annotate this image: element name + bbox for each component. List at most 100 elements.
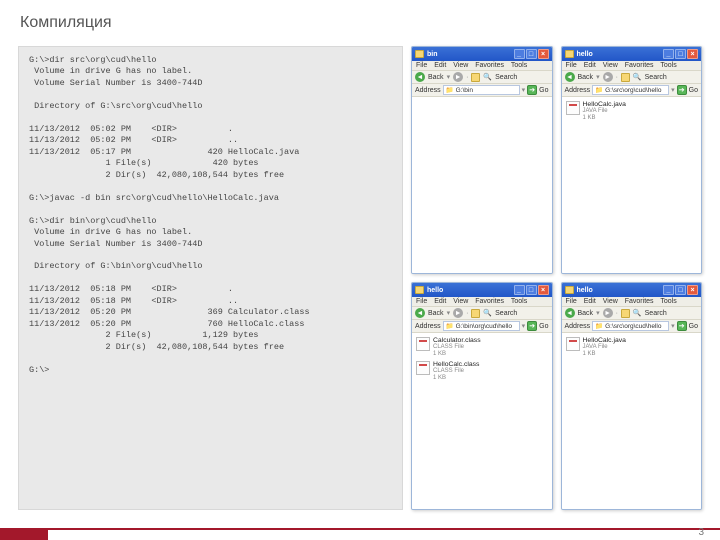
forward-button[interactable]: ► <box>453 72 463 82</box>
up-folder-button[interactable] <box>621 309 630 318</box>
separator: · <box>466 310 468 317</box>
menu-favorites[interactable]: Favorites <box>625 298 654 305</box>
file-pane[interactable] <box>412 97 552 273</box>
search-icon[interactable]: 🔍 <box>633 309 642 317</box>
menu-bar: File Edit View Favorites Tools <box>562 61 702 71</box>
menu-favorites[interactable]: Favorites <box>625 62 654 69</box>
up-folder-button[interactable] <box>471 73 480 82</box>
back-chevron-icon[interactable]: ▾ <box>596 309 600 317</box>
minimize-button[interactable]: _ <box>514 285 525 295</box>
menu-tools[interactable]: Tools <box>511 298 527 305</box>
back-button[interactable]: ◄ <box>415 72 425 82</box>
terminal-output: G:\>dir src\org\cud\hello Volume in driv… <box>18 46 403 510</box>
list-item[interactable]: Calculator.class CLASS File 1 KB <box>415 336 549 360</box>
menu-edit[interactable]: Edit <box>434 298 446 305</box>
menu-tools[interactable]: Tools <box>660 62 676 69</box>
go-button[interactable]: ➔ <box>677 321 687 331</box>
menu-edit[interactable]: Edit <box>434 62 446 69</box>
up-folder-button[interactable] <box>471 309 480 318</box>
search-icon[interactable]: 🔍 <box>633 73 642 81</box>
address-chevron-icon[interactable]: ▾ <box>671 86 675 94</box>
search-icon[interactable]: 🔍 <box>483 309 492 317</box>
address-label: Address <box>415 87 441 94</box>
close-button[interactable]: × <box>687 285 698 295</box>
menu-file[interactable]: File <box>566 298 577 305</box>
address-input[interactable]: 📁 G:\bin\org\cud\hello <box>443 321 520 331</box>
address-chevron-icon[interactable]: ▾ <box>522 322 526 330</box>
menu-view[interactable]: View <box>453 62 468 69</box>
separator: · <box>466 74 468 81</box>
window-titlebar[interactable]: bin _ □ × <box>412 47 552 61</box>
menu-favorites[interactable]: Favorites <box>475 62 504 69</box>
minimize-button[interactable]: _ <box>663 49 674 59</box>
menu-bar: File Edit View Favorites Tools <box>412 61 552 71</box>
up-folder-button[interactable] <box>621 73 630 82</box>
menu-view[interactable]: View <box>603 62 618 69</box>
folder-icon <box>415 50 424 58</box>
minimize-button[interactable]: _ <box>663 285 674 295</box>
back-button[interactable]: ◄ <box>415 308 425 318</box>
maximize-button[interactable]: □ <box>526 49 537 59</box>
address-input[interactable]: 📁 G:\src\org\cud\hello <box>592 85 669 95</box>
list-item[interactable]: HelloCalc.class CLASS File 1 KB <box>415 360 549 384</box>
file-icon <box>416 337 430 351</box>
footer-accent <box>0 528 48 540</box>
forward-button[interactable]: ► <box>603 72 613 82</box>
go-label: Go <box>689 323 698 330</box>
menu-edit[interactable]: Edit <box>584 298 596 305</box>
close-button[interactable]: × <box>538 49 549 59</box>
go-button[interactable]: ➔ <box>677 85 687 95</box>
back-button[interactable]: ◄ <box>565 308 575 318</box>
page-number: 3 <box>698 527 704 538</box>
back-chevron-icon[interactable]: ▾ <box>596 73 600 81</box>
go-button[interactable]: ➔ <box>527 321 537 331</box>
maximize-button[interactable]: □ <box>675 49 686 59</box>
list-item[interactable]: HelloCalc.java JAVA File 1 KB <box>565 336 699 360</box>
maximize-button[interactable]: □ <box>526 285 537 295</box>
menu-tools[interactable]: Tools <box>660 298 676 305</box>
window-titlebar[interactable]: hello _ □ × <box>562 283 702 297</box>
menu-view[interactable]: View <box>603 298 618 305</box>
menu-file[interactable]: File <box>416 62 427 69</box>
maximize-button[interactable]: □ <box>675 285 686 295</box>
window-titlebar[interactable]: hello _ □ × <box>562 47 702 61</box>
search-label: Search <box>645 310 667 317</box>
address-input[interactable]: 📁 G:\bin <box>443 85 520 95</box>
minimize-button[interactable]: _ <box>514 49 525 59</box>
address-chevron-icon[interactable]: ▾ <box>522 86 526 94</box>
file-pane[interactable]: HelloCalc.java JAVA File 1 KB <box>562 97 702 273</box>
window-title: hello <box>577 287 663 294</box>
close-button[interactable]: × <box>538 285 549 295</box>
list-item[interactable]: HelloCalc.java JAVA File 1 KB <box>565 100 699 124</box>
menu-edit[interactable]: Edit <box>584 62 596 69</box>
go-button[interactable]: ➔ <box>527 85 537 95</box>
address-input[interactable]: 📁 G:\src\org\cud\hello <box>592 321 669 331</box>
folder-icon <box>565 50 574 58</box>
close-button[interactable]: × <box>687 49 698 59</box>
menu-file[interactable]: File <box>566 62 577 69</box>
file-name: HelloCalc.java <box>583 337 626 344</box>
explorer-window: hello _ □ × File Edit View Favorites Too… <box>561 282 703 510</box>
toolbar: ◄ Back ▾ ► · 🔍 Search <box>412 307 552 320</box>
search-icon[interactable]: 🔍 <box>483 73 492 81</box>
address-chevron-icon[interactable]: ▾ <box>671 322 675 330</box>
menu-tools[interactable]: Tools <box>511 62 527 69</box>
back-label: Back <box>578 310 594 317</box>
back-chevron-icon[interactable]: ▾ <box>447 309 451 317</box>
back-chevron-icon[interactable]: ▾ <box>447 73 451 81</box>
forward-button[interactable]: ► <box>453 308 463 318</box>
menu-file[interactable]: File <box>416 298 427 305</box>
address-label: Address <box>565 87 591 94</box>
back-button[interactable]: ◄ <box>565 72 575 82</box>
menu-bar: File Edit View Favorites Tools <box>412 297 552 307</box>
menu-bar: File Edit View Favorites Tools <box>562 297 702 307</box>
folder-icon <box>415 286 424 294</box>
menu-view[interactable]: View <box>453 298 468 305</box>
forward-button[interactable]: ► <box>603 308 613 318</box>
slide-title: Компиляция <box>20 14 112 32</box>
file-icon <box>566 101 580 115</box>
window-titlebar[interactable]: hello _ □ × <box>412 283 552 297</box>
file-pane[interactable]: Calculator.class CLASS File 1 KB HelloCa… <box>412 333 552 509</box>
file-pane[interactable]: HelloCalc.java JAVA File 1 KB <box>562 333 702 509</box>
menu-favorites[interactable]: Favorites <box>475 298 504 305</box>
